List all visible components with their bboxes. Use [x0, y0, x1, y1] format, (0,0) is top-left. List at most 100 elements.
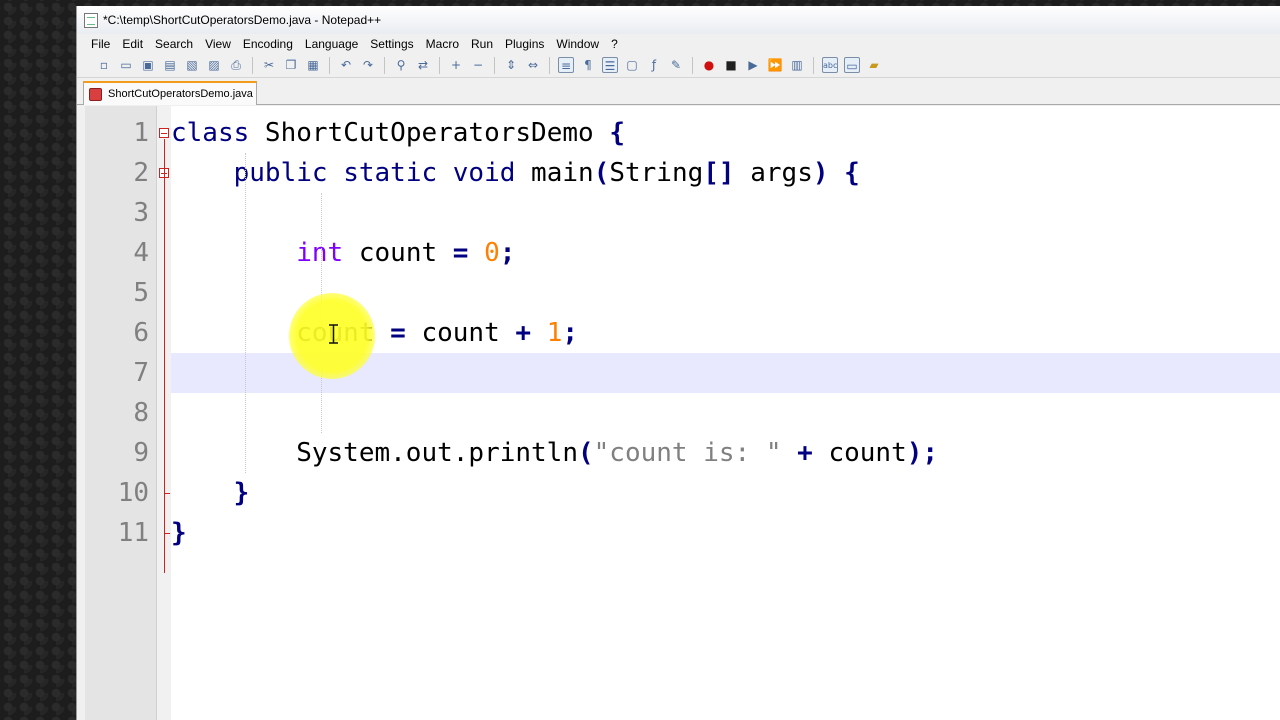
toolbar-separator: [329, 56, 330, 74]
code-editor[interactable]: 1 2 3 4 5 6 7 8 9 10 11 class ShortCutOperatorsDem…: [85, 106, 1280, 720]
function-list-icon[interactable]: ƒ: [646, 57, 662, 73]
show-all-characters-icon[interactable]: ¶: [580, 57, 596, 73]
menu-help[interactable]: ?: [605, 37, 624, 51]
code-token: =: [390, 318, 406, 348]
menu-search[interactable]: Search: [149, 37, 199, 51]
code-token: ): [812, 158, 829, 188]
title-bar[interactable]: *C:\temp\ShortCutOperatorsDemo.java - No…: [77, 6, 1280, 34]
indent-guide-icon[interactable]: ☰: [602, 57, 618, 73]
stop-recording-icon[interactable]: ■: [723, 57, 739, 73]
save-icon[interactable]: ▣: [140, 57, 156, 73]
code-token: {: [844, 158, 860, 188]
code-token: }: [171, 518, 187, 548]
line-number: 5: [133, 278, 149, 308]
code-token: void: [452, 158, 516, 188]
code-token: main: [515, 158, 594, 188]
indent-guide: [245, 153, 246, 473]
close-icon[interactable]: ▧: [184, 57, 200, 73]
code-line[interactable]: int count = 0;: [171, 233, 1280, 273]
code-token: String: [609, 158, 704, 188]
code-line[interactable]: }: [171, 513, 1280, 553]
word-wrap-icon[interactable]: ≡: [558, 57, 574, 73]
menu-encoding[interactable]: Encoding: [237, 37, 299, 51]
code-token: ;: [499, 238, 516, 268]
code-line[interactable]: [171, 193, 1280, 233]
code-token: +: [797, 438, 813, 468]
sync-vertical-icon[interactable]: ⇕: [503, 57, 519, 73]
playback-macro-icon[interactable]: ▶: [745, 57, 761, 73]
copy-icon[interactable]: ❐: [283, 57, 299, 73]
find-icon[interactable]: ⚲: [393, 57, 409, 73]
menu-macro[interactable]: Macro: [420, 37, 465, 51]
line-number: 11: [117, 518, 149, 548]
menu-edit[interactable]: Edit: [116, 37, 149, 51]
code-line[interactable]: System.out.println("count is: " + count)…: [171, 433, 1280, 473]
menu-settings[interactable]: Settings: [364, 37, 419, 51]
code-token: public: [233, 158, 328, 188]
code-token: {: [609, 118, 625, 148]
column-mode-icon[interactable]: ▭: [844, 57, 860, 73]
folder-workspace-icon[interactable]: ▰: [866, 57, 882, 73]
menu-plugins[interactable]: Plugins: [499, 37, 550, 51]
code-token: "count is: ": [593, 438, 782, 468]
menu-view[interactable]: View: [199, 37, 237, 51]
code-token: 0: [484, 238, 500, 268]
undo-icon[interactable]: ↶: [338, 57, 354, 73]
new-file-icon[interactable]: ▫: [96, 57, 112, 73]
menu-bar: File Edit Search View Encoding Language …: [77, 34, 1280, 53]
fold-class-icon[interactable]: [159, 128, 169, 138]
menu-file[interactable]: File: [85, 37, 116, 51]
replace-icon[interactable]: ⇄: [415, 57, 431, 73]
code-line[interactable]: public static void main(String[] args) {: [171, 153, 1280, 193]
zoom-in-icon[interactable]: +: [448, 57, 464, 73]
code-line[interactable]: }: [171, 473, 1280, 513]
toolbar-separator: [494, 56, 495, 74]
notepad-app-icon: [84, 12, 98, 28]
code-token: int: [296, 238, 344, 268]
code-line[interactable]: [171, 393, 1280, 433]
save-macro-icon[interactable]: ▥: [789, 57, 805, 73]
redo-icon[interactable]: ↷: [360, 57, 376, 73]
print-icon[interactable]: ⎙: [228, 57, 244, 73]
toolbar-separator: [692, 56, 693, 74]
code-token: 1: [546, 318, 563, 348]
menu-run[interactable]: Run: [465, 37, 499, 51]
menu-window[interactable]: Window: [550, 37, 605, 51]
code-token: (: [578, 438, 594, 468]
code-token: =: [452, 238, 469, 268]
code-token: class: [171, 118, 250, 148]
sync-horizontal-icon[interactable]: ⇔: [525, 57, 541, 73]
user-defined-language-icon[interactable]: ▢: [624, 57, 640, 73]
code-token: count: [343, 238, 453, 268]
spell-check-icon[interactable]: abc: [822, 57, 838, 73]
fold-end-marker: [164, 493, 170, 494]
line-number: 3: [133, 198, 149, 228]
toolbar-separator: [439, 56, 440, 74]
line-number-gutter: 1 2 3 4 5 6 7 8 9 10 11: [85, 106, 157, 720]
tab-bar: ShortCutOperatorsDemo.java: [77, 78, 1280, 105]
paste-icon[interactable]: ▦: [305, 57, 321, 73]
run-macro-multiple-icon[interactable]: ⏩: [767, 57, 783, 73]
record-macro-icon[interactable]: ●: [701, 57, 717, 73]
toolbar-separator: [384, 56, 385, 74]
code-token: ;: [562, 318, 579, 348]
tab-shortcutoperatorsdemo-java[interactable]: ShortCutOperatorsDemo.java: [83, 81, 257, 105]
close-all-icon[interactable]: ▨: [206, 57, 222, 73]
line-number: 8: [133, 398, 149, 428]
cut-icon[interactable]: ✂: [261, 57, 277, 73]
save-all-icon[interactable]: ▤: [162, 57, 178, 73]
document-map-icon[interactable]: ✎: [668, 57, 684, 73]
code-area[interactable]: class ShortCutOperatorsDemo { public sta…: [171, 106, 1280, 720]
line-number: 10: [117, 478, 149, 508]
open-file-icon[interactable]: ▭: [118, 57, 134, 73]
code-token: ShortCutOperatorsDemo: [249, 118, 610, 148]
text-cursor-icon: [329, 324, 338, 344]
menu-language[interactable]: Language: [299, 37, 364, 51]
zoom-out-icon[interactable]: −: [470, 57, 486, 73]
code-line[interactable]: class ShortCutOperatorsDemo {: [171, 113, 1280, 153]
